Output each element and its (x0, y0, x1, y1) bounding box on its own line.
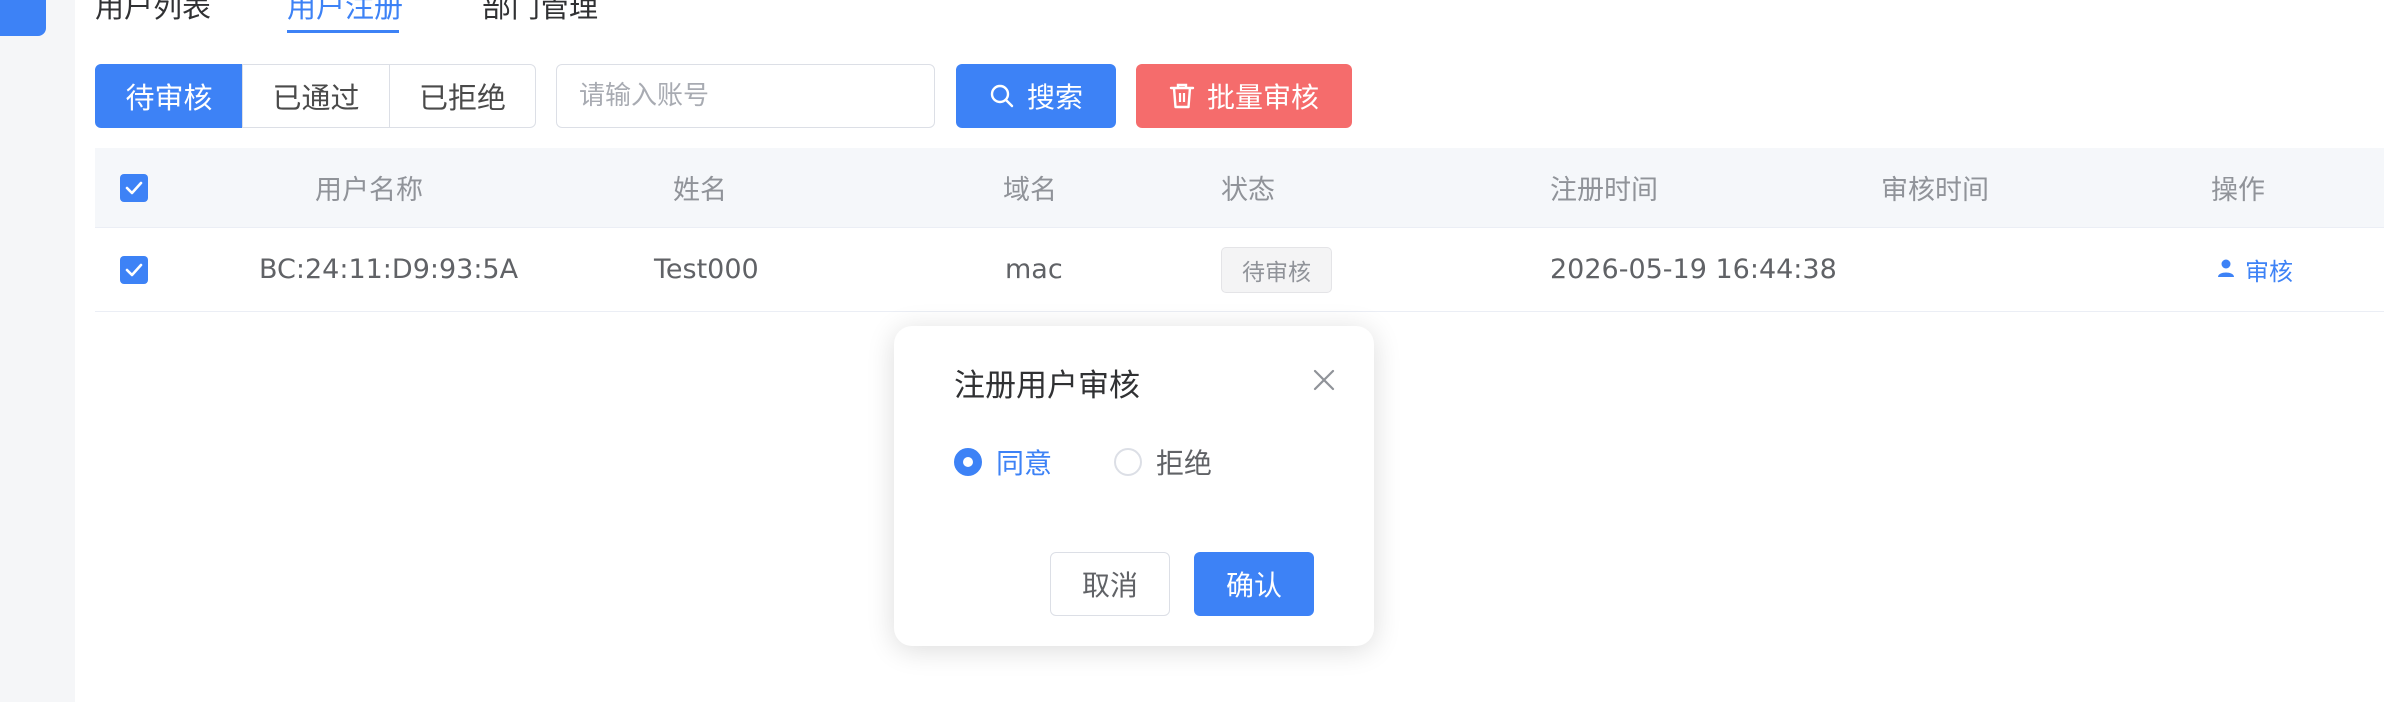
column-header-name: 姓名 (673, 175, 727, 206)
cell-domain: mac (1005, 254, 1063, 285)
column-header-review-time: 审核时间 (1881, 175, 1989, 206)
cell-actions: 审核 (2217, 228, 2293, 311)
tab-department[interactable]: 部门管理 (482, 0, 598, 26)
radio-selected-icon (954, 448, 982, 476)
review-link-label: 审核 (2245, 258, 2293, 286)
status-filter: 待审核 已通过 已拒绝 (95, 64, 536, 128)
checkbox-checked-icon (120, 173, 148, 202)
radio-unselected-icon (1114, 448, 1142, 476)
search-button[interactable]: 搜索 (956, 64, 1116, 128)
column-header-username: 用户名称 (315, 175, 423, 206)
tab-user-list[interactable]: 用户列表 (95, 0, 211, 26)
radio-reject-label: 拒绝 (1156, 447, 1213, 480)
sidebar (0, 0, 75, 702)
batch-review-button[interactable]: 批量审核 (1136, 64, 1352, 128)
cell-status: 待审核 (1221, 228, 1332, 311)
review-link[interactable]: 审核 (2217, 252, 2293, 287)
dialog-title: 注册用户审核 (954, 368, 1140, 404)
page: 用户列表 用户注册 部门管理 待审核 已通过 已拒绝 搜索 批 (0, 0, 2384, 702)
tab-user-register[interactable]: 用户注册 (287, 0, 403, 26)
close-icon[interactable] (1310, 366, 1338, 394)
account-search-input[interactable] (556, 64, 935, 128)
table-header: 用户名称 姓名 域名 状态 注册时间 审核时间 操作 (95, 148, 2384, 228)
status-badge: 待审核 (1221, 246, 1332, 293)
table-row: BC:24:11:D9:93:5A Test000 mac 待审核 2026-0… (95, 228, 2384, 312)
filter-approved[interactable]: 已通过 (242, 64, 390, 128)
confirm-button[interactable]: 确认 (1194, 552, 1314, 616)
cell-name: Test000 (654, 254, 759, 285)
user-icon (2217, 256, 2235, 284)
cancel-button[interactable]: 取消 (1050, 552, 1170, 616)
select-all-checkbox[interactable] (120, 148, 148, 227)
column-header-actions: 操作 (2211, 175, 2265, 206)
search-icon (989, 83, 1015, 109)
trash-icon (1169, 82, 1195, 110)
radio-approve-label: 同意 (996, 447, 1053, 480)
row-checkbox[interactable] (120, 228, 148, 311)
sidebar-active-item[interactable] (0, 0, 46, 36)
checkbox-checked-icon (120, 255, 148, 284)
filter-rejected[interactable]: 已拒绝 (389, 64, 536, 128)
user-register-table: 用户名称 姓名 域名 状态 注册时间 审核时间 操作 BC:24:11:D9:9… (95, 148, 2384, 312)
cell-register-time: 2026-05-19 16:44:38 (1550, 254, 1837, 285)
tab-active-underline (287, 30, 399, 33)
review-dialog: 注册用户审核 同意 拒绝 取消 确认 (894, 326, 1374, 646)
batch-review-label: 批量审核 (1206, 81, 1319, 114)
column-header-domain: 域名 (1003, 175, 1057, 206)
search-button-label: 搜索 (1026, 81, 1083, 114)
radio-reject[interactable]: 拒绝 (1114, 442, 1212, 482)
cell-username: BC:24:11:D9:93:5A (259, 254, 519, 285)
column-header-register-time: 注册时间 (1550, 175, 1658, 206)
column-header-status: 状态 (1221, 175, 1275, 206)
filter-pending[interactable]: 待审核 (95, 64, 243, 128)
radio-approve[interactable]: 同意 (954, 442, 1052, 482)
